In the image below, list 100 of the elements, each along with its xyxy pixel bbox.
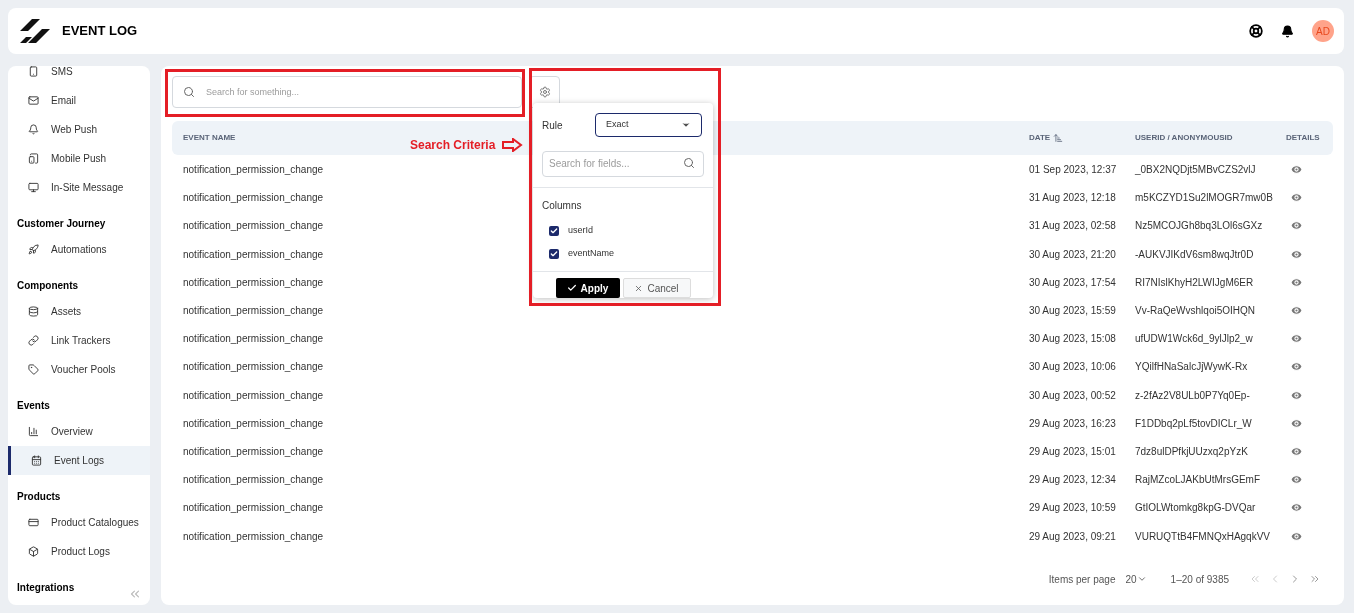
help-icon[interactable] [1249, 24, 1263, 38]
menu-icon [28, 66, 39, 77]
table-cell: 30 Aug 2023, 21:20 [1029, 248, 1116, 260]
menu-icon [28, 182, 39, 193]
table-cell: RI7NIslKhyH2LWIJgM6ER [1135, 276, 1254, 288]
option-label: eventName [568, 246, 615, 260]
cancel-button[interactable]: Cancel [622, 278, 691, 298]
view-icon[interactable] [1290, 444, 1303, 458]
caret-icon [1136, 574, 1147, 584]
rule-select[interactable]: Exact [595, 113, 702, 137]
column-header[interactable]: USERID / ANONYMOUSID [1135, 132, 1233, 144]
table-cell: 30 Aug 2023, 15:59 [1029, 305, 1116, 317]
menu-icon [28, 364, 39, 375]
table-cell: Nz5MCOJGh8bq3LOl6sGXz [1135, 220, 1263, 232]
table-cell: notification_permission_change [183, 164, 324, 176]
annotation-label: Search Criteria [410, 137, 496, 154]
table-cell: 29 Aug 2023, 09:21 [1029, 530, 1116, 542]
search-icon [183, 86, 195, 98]
menu-icon [28, 95, 39, 106]
sidebar-item[interactable]: Product Logs [8, 537, 150, 566]
table-cell: notification_permission_change [183, 361, 324, 373]
table-cell: notification_permission_change [183, 333, 324, 345]
table-cell: notification_permission_change [183, 305, 324, 317]
table-cell: Vv-RaQeWvshlqoi5OIHQN [1135, 305, 1256, 317]
view-icon[interactable] [1290, 473, 1303, 487]
view-icon[interactable] [1290, 416, 1303, 430]
checkbox[interactable] [549, 248, 559, 259]
view-icon[interactable] [1290, 501, 1303, 515]
page-title: EVENT LOG [62, 22, 138, 41]
sidebar-item[interactable]: Overview [8, 417, 150, 446]
sidebar-item[interactable]: Email [8, 86, 150, 115]
table-cell: notification_permission_change [183, 389, 324, 401]
table-cell: VURUQTtB4FMNQxHAgqkVV [1135, 530, 1271, 542]
table-cell: notification_permission_change [183, 276, 324, 288]
table-cell: F1DDbq2pLf5tovDICLr_W [1135, 417, 1252, 429]
sidebar-item[interactable]: Voucher Pools [8, 355, 150, 384]
view-icon[interactable] [1290, 529, 1303, 543]
sidebar-item[interactable]: Product Catalogues [8, 508, 150, 537]
view-icon[interactable] [1290, 275, 1303, 289]
annotation-arrow [501, 138, 524, 152]
last-page-icon[interactable] [1309, 573, 1321, 585]
table-cell: ufUDW1Wck6d_9ylJlp2_w [1135, 333, 1253, 345]
settings-icon [538, 86, 551, 98]
sidebar-item[interactable]: In-Site Message [8, 173, 150, 202]
field-search[interactable]: Search for fields... [542, 150, 704, 177]
table-cell: notification_permission_change [183, 530, 324, 542]
view-icon[interactable] [1290, 219, 1303, 233]
sidebar-item[interactable]: Mobile Push [8, 144, 150, 173]
search-field[interactable]: Search for something... [172, 76, 522, 108]
view-icon[interactable] [1290, 304, 1303, 318]
view-icon[interactable] [1290, 163, 1303, 177]
sidebar-item[interactable]: SMS [8, 66, 150, 86]
view-icon[interactable] [1290, 247, 1303, 261]
notification-icon[interactable] [1281, 24, 1294, 38]
table-cell: RajMZcoLJAKbUtMrsGEmF [1135, 474, 1260, 486]
table-cell: notification_permission_change [183, 192, 324, 204]
view-icon[interactable] [1290, 388, 1303, 402]
page-size-select[interactable]: 20 [1125, 571, 1147, 587]
table-cell: 30 Aug 2023, 00:52 [1029, 389, 1116, 401]
sidebar-item[interactable]: Link Trackers [8, 326, 150, 355]
section-title: Events [17, 400, 50, 411]
menu-icon [28, 426, 39, 437]
column-header[interactable]: EVENT NAME [183, 132, 236, 144]
table-cell: notification_permission_change [183, 502, 324, 514]
table-cell: GtIOLWtomkg8kpG-DVQar [1135, 502, 1256, 514]
option-label: userId [568, 223, 593, 237]
table-cell: m5KCZYD1Su2lMOGR7mw0B [1135, 192, 1273, 204]
column-header[interactable]: DATE [1029, 132, 1051, 144]
view-icon[interactable] [1290, 360, 1303, 374]
table-cell: notification_permission_change [183, 220, 324, 232]
menu-icon [28, 306, 39, 317]
table-cell: YQilfHNaSalcJjWywK-Rx [1135, 361, 1248, 373]
section-title: Components [17, 280, 79, 291]
view-icon[interactable] [1290, 191, 1303, 205]
table-cell: 01 Sep 2023, 12:37 [1029, 164, 1117, 176]
column-header[interactable]: DETAILS [1286, 132, 1320, 144]
page-size-label: Items per page [1048, 572, 1116, 587]
table-cell: 29 Aug 2023, 15:01 [1029, 445, 1116, 457]
apply-button[interactable]: Apply [555, 278, 620, 298]
sidebar-item[interactable]: Web Push [8, 115, 150, 144]
columns-title: Columns [542, 199, 583, 213]
table-cell: -AUKVJIKdV6sm8wqJtr0D [1135, 248, 1254, 260]
table-cell: 29 Aug 2023, 16:23 [1029, 417, 1116, 429]
table-cell: z-2fAz2V8ULb0P7Yq0Ep- [1135, 389, 1250, 401]
checkbox[interactable] [549, 225, 559, 236]
page-range: 1–20 of 9385 [1170, 572, 1229, 587]
menu-icon [28, 546, 39, 557]
table-cell: notification_permission_change [183, 417, 324, 429]
table-cell: 30 Aug 2023, 10:06 [1029, 361, 1116, 373]
table-cell: _0BX2NQDjt5MBvCZS2vlJ [1135, 164, 1256, 176]
sidebar-item[interactable]: Event Logs [8, 446, 150, 475]
table-cell: notification_permission_change [183, 248, 324, 260]
table-cell: 30 Aug 2023, 17:54 [1029, 276, 1116, 288]
sort-icon[interactable] [1053, 133, 1064, 143]
menu-icon [28, 124, 39, 135]
caret-icon [681, 120, 691, 130]
sidebar-item[interactable]: Automations [8, 235, 150, 264]
menu-icon [28, 153, 39, 164]
sidebar-item[interactable]: Assets [8, 297, 150, 326]
view-icon[interactable] [1290, 332, 1303, 346]
